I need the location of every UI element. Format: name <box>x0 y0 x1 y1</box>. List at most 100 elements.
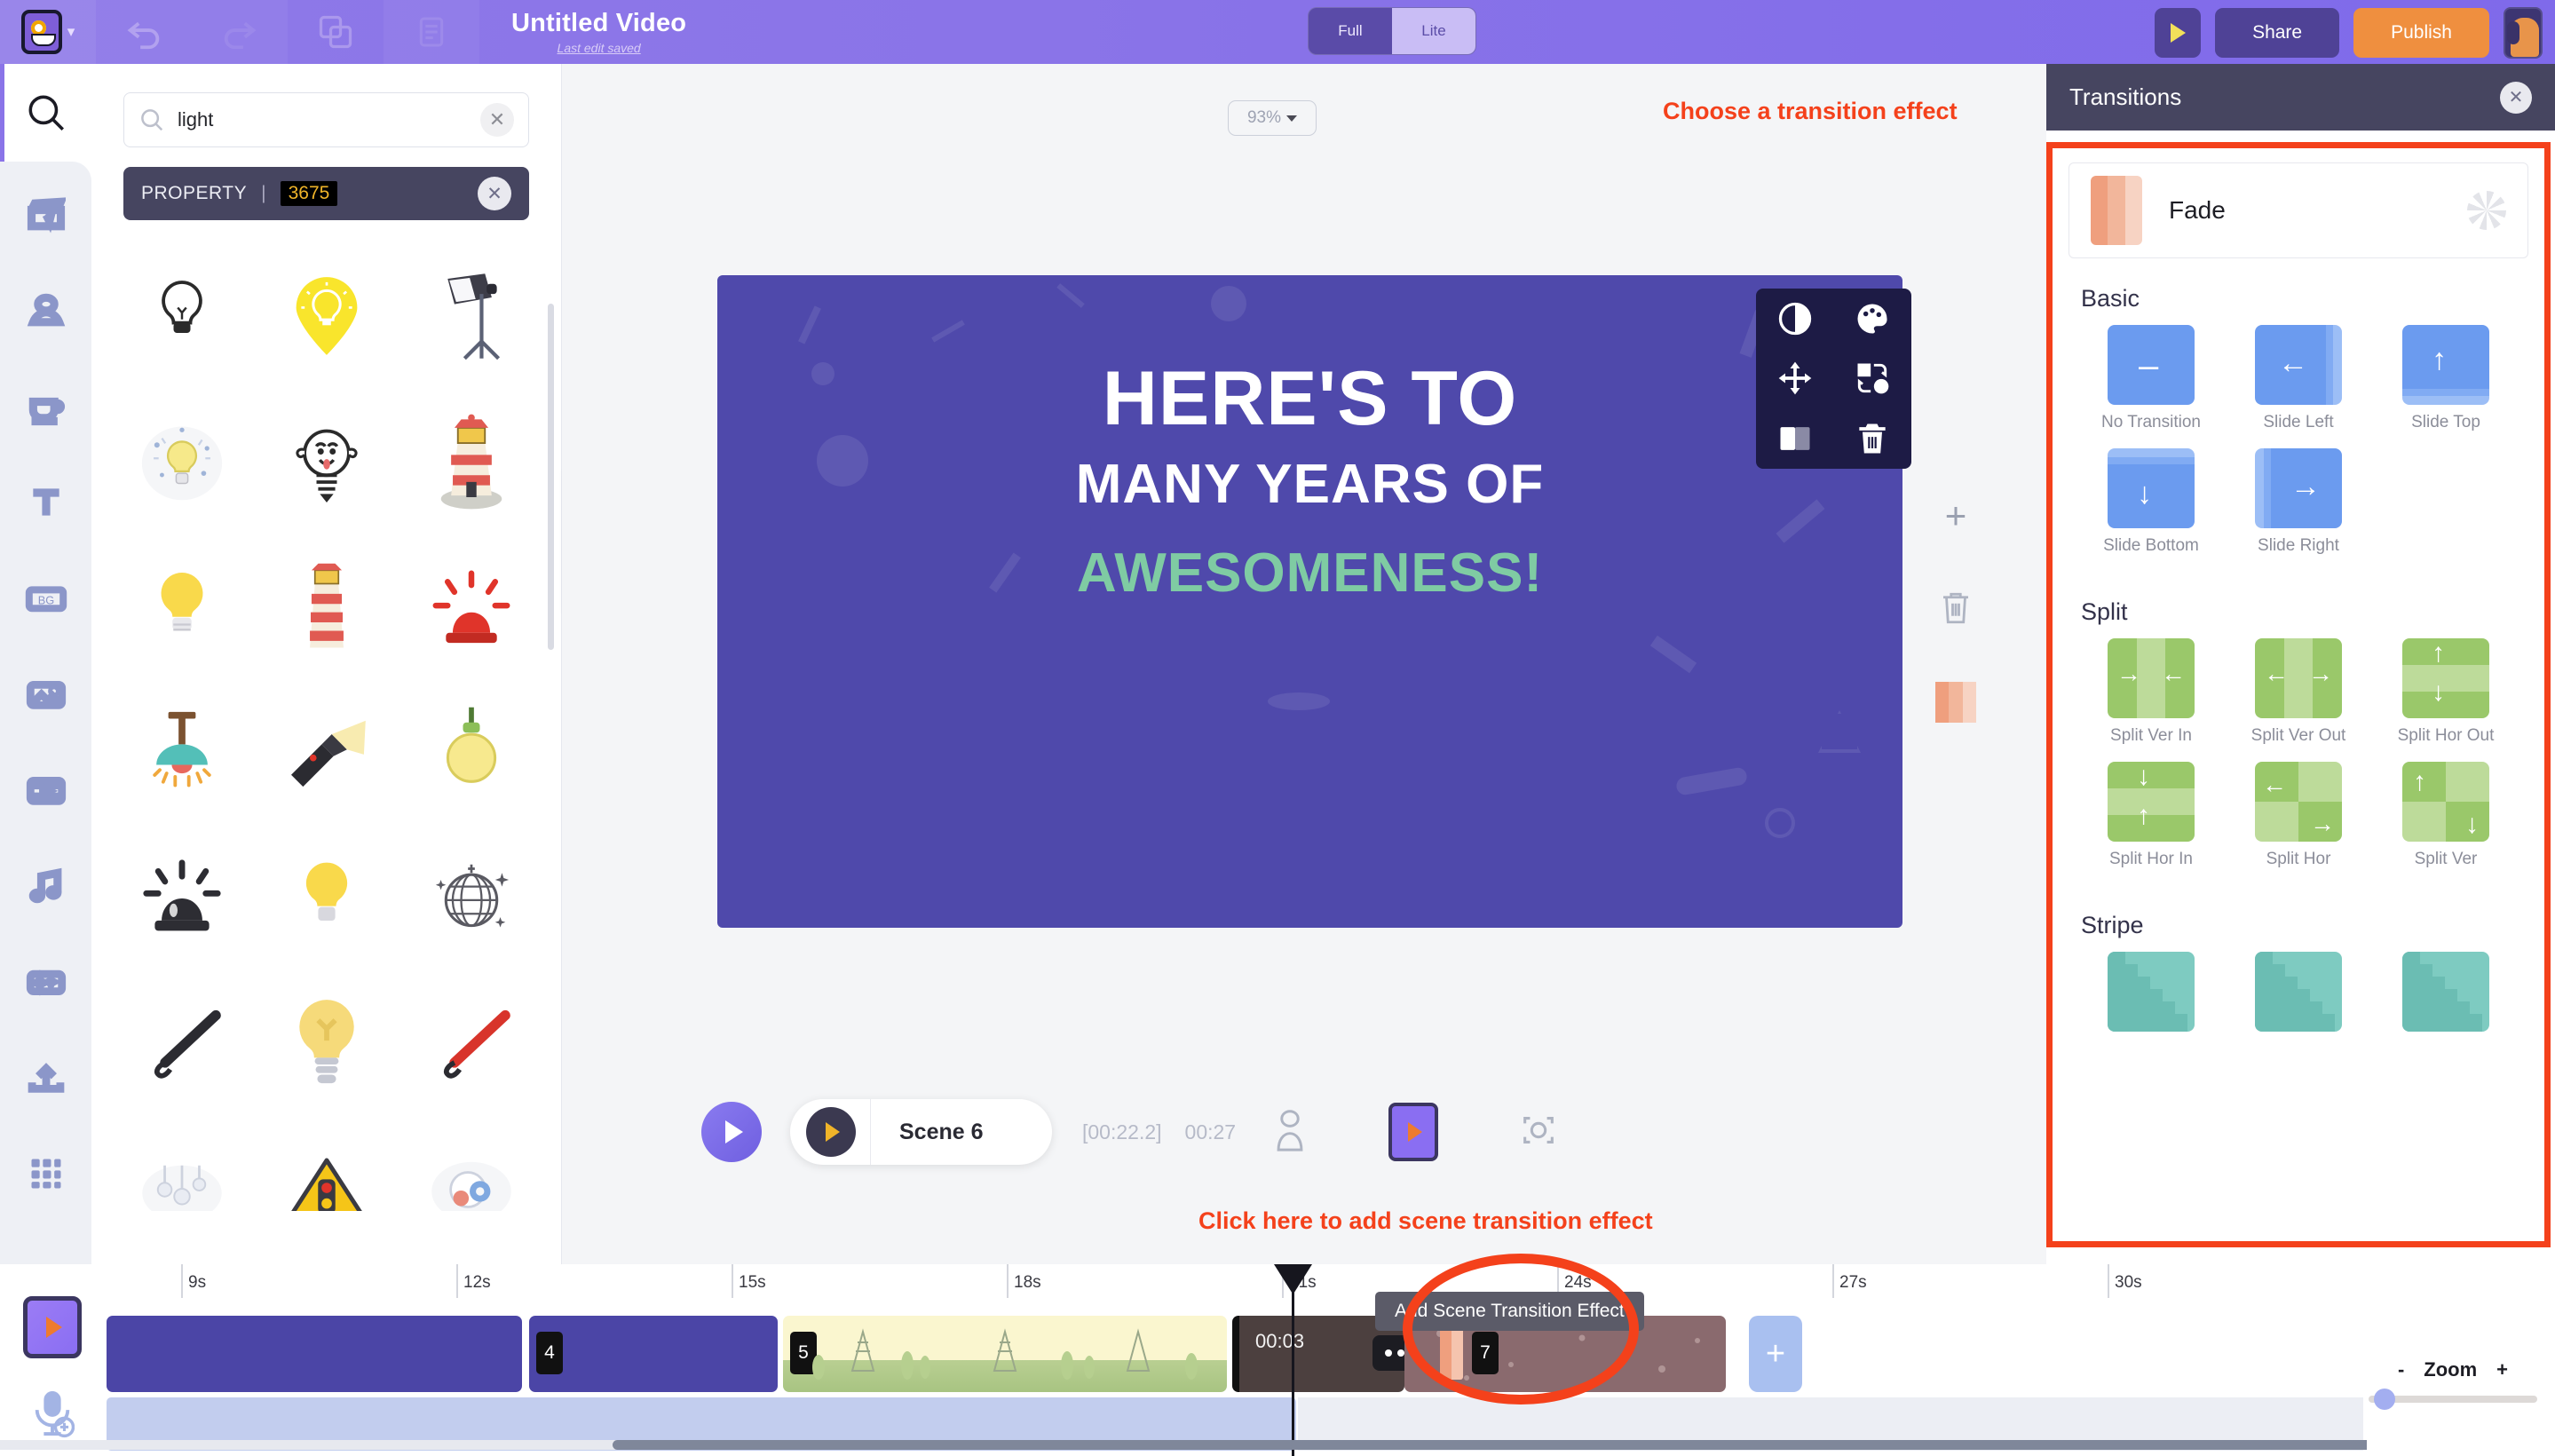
app-logo-button[interactable]: ▾ <box>0 0 96 64</box>
transition-split-ver-in[interactable]: → ← Split Ver In <box>2077 638 2225 746</box>
mode-full-option[interactable]: Full <box>1309 8 1392 54</box>
scene-selector[interactable]: Scene 6 <box>790 1099 1052 1165</box>
publish-button[interactable]: Publish <box>2353 8 2489 58</box>
avatar[interactable] <box>2504 7 2543 59</box>
table-row[interactable]: 5 <box>783 1316 1227 1392</box>
zoom-in-button[interactable]: + <box>2496 1358 2508 1381</box>
canvas-headline-3[interactable]: AWESOMENESS! <box>717 542 1902 605</box>
play-button[interactable] <box>701 1102 762 1162</box>
filter-chip[interactable]: PROPERTY | 3675 ✕ <box>123 167 529 220</box>
transition-slide-right[interactable]: → Slide Right <box>2225 448 2372 556</box>
transition-split-ver-out[interactable]: ← → Split Ver Out <box>2225 638 2372 746</box>
list-item[interactable] <box>109 1117 254 1211</box>
remove-filter-button[interactable]: ✕ <box>478 177 511 210</box>
preview-button[interactable] <box>2155 8 2201 58</box>
transition-stripe-3[interactable] <box>2372 952 2519 1032</box>
list-item[interactable] <box>399 1117 543 1211</box>
mode-toggle[interactable]: Full Lite <box>1308 7 1476 55</box>
sidebar-item-music[interactable] <box>0 838 91 934</box>
search-input[interactable]: light ✕ <box>123 92 529 147</box>
list-item[interactable] <box>109 971 254 1117</box>
clear-search-button[interactable]: ✕ <box>480 103 514 137</box>
video-canvas[interactable]: HERE'S TO MANY YEARS OF AWESOMENESS! <box>717 275 1902 928</box>
mode-lite-option[interactable]: Lite <box>1392 8 1475 54</box>
current-transition-card[interactable]: Fade <box>2069 162 2528 258</box>
search-panel-scrollbar[interactable] <box>548 304 554 650</box>
list-item[interactable] <box>109 389 254 534</box>
transition-slide-left[interactable]: ← Slide Left <box>2225 325 2372 432</box>
list-item[interactable] <box>399 243 543 389</box>
pages-button[interactable] <box>384 0 479 64</box>
timeline-scrollbar-thumb[interactable] <box>613 1440 2486 1450</box>
palette-icon[interactable] <box>1853 299 1892 338</box>
transition-split-hor[interactable]: ← → Split Hor <box>2225 762 2372 869</box>
list-item[interactable] <box>254 243 399 389</box>
list-item[interactable] <box>254 1117 399 1211</box>
list-item[interactable] <box>254 826 399 971</box>
canvas-headline-2[interactable]: MANY YEARS OF <box>717 453 1902 516</box>
fit-frame-button[interactable] <box>1518 1110 1559 1155</box>
add-voiceover-icon[interactable] <box>30 1389 75 1438</box>
sidebar-item-props[interactable] <box>0 359 91 455</box>
sidebar-item-upload[interactable] <box>0 1030 91 1126</box>
list-item[interactable] <box>254 389 399 534</box>
list-item[interactable] <box>254 534 399 680</box>
transition-slide-bottom[interactable]: ↓ Slide Bottom <box>2077 448 2225 556</box>
list-item[interactable] <box>109 826 254 971</box>
zoom-slider-thumb[interactable] <box>2374 1389 2395 1410</box>
list-item[interactable] <box>399 389 543 534</box>
list-item[interactable] <box>109 243 254 389</box>
character-button[interactable] <box>1271 1109 1309 1156</box>
transition-split-ver[interactable]: ↑ ↓ Split Ver <box>2372 762 2519 869</box>
chevron-down-icon[interactable]: ▾ <box>67 23 75 41</box>
zoom-slider[interactable] <box>2369 1396 2537 1403</box>
sidebar-item-effects[interactable] <box>0 934 91 1030</box>
sidebar-item-images[interactable] <box>0 646 91 742</box>
canvas-headline-1[interactable]: HERE'S TO <box>717 355 1902 443</box>
transition-slide-top[interactable]: ↑ Slide Top <box>2372 325 2519 432</box>
add-scene-button[interactable]: + <box>1749 1316 1802 1392</box>
sidebar-item-search[interactable] <box>0 64 91 162</box>
list-item[interactable] <box>399 826 543 971</box>
add-element-button[interactable]: + <box>1945 497 1967 534</box>
replace-icon[interactable] <box>1853 359 1892 398</box>
undo-button[interactable] <box>96 0 192 64</box>
table-row[interactable]: 4 <box>529 1316 778 1392</box>
zoom-level-selector[interactable]: 93% <box>1228 100 1317 136</box>
trash-icon[interactable] <box>1937 588 1974 629</box>
list-item[interactable] <box>399 680 543 826</box>
duplicate-button[interactable] <box>288 0 384 64</box>
sidebar-item-characters[interactable] <box>0 263 91 359</box>
trash-icon[interactable] <box>1853 419 1892 458</box>
list-item[interactable] <box>254 680 399 826</box>
list-item[interactable] <box>399 534 543 680</box>
transition-stripe-2[interactable] <box>2225 952 2372 1032</box>
move-arrows-icon[interactable] <box>1776 359 1815 398</box>
redo-button[interactable] <box>192 0 288 64</box>
transition-split-hor-in[interactable]: ↓ ↑ Split Hor In <box>2077 762 2225 869</box>
search-input-value[interactable]: light <box>178 108 468 131</box>
zoom-out-button[interactable]: - <box>2398 1358 2404 1381</box>
flip-icon[interactable] <box>1776 419 1815 458</box>
list-item[interactable] <box>399 971 543 1117</box>
transition-stripe-1[interactable] <box>2077 952 2225 1032</box>
sidebar-item-background[interactable]: BG <box>0 550 91 646</box>
transition-split-hor-out[interactable]: ↑ ↓ Split Hor Out <box>2372 638 2519 746</box>
project-title-block[interactable]: Untitled Video Last edit saved <box>511 9 686 55</box>
list-item[interactable] <box>109 680 254 826</box>
list-item[interactable] <box>109 534 254 680</box>
sidebar-item-more[interactable] <box>0 1126 91 1222</box>
duration-pie-icon[interactable] <box>2467 191 2506 230</box>
transition-no-transition[interactable]: – No Transition <box>2077 325 2225 432</box>
timeline-scenes-button[interactable] <box>23 1296 82 1358</box>
playhead[interactable] <box>1292 1264 1294 1456</box>
scene-transition-button[interactable] <box>1388 1103 1438 1161</box>
close-panel-button[interactable]: ✕ <box>2500 82 2532 114</box>
scene-play-button[interactable] <box>806 1107 856 1157</box>
share-button[interactable]: Share <box>2215 8 2339 58</box>
list-item[interactable] <box>254 971 399 1117</box>
sidebar-item-text[interactable] <box>0 455 91 550</box>
sidebar-item-video[interactable] <box>0 742 91 838</box>
drag-handle-icon[interactable] <box>1372 1335 1404 1371</box>
project-title[interactable]: Untitled Video <box>511 9 686 38</box>
